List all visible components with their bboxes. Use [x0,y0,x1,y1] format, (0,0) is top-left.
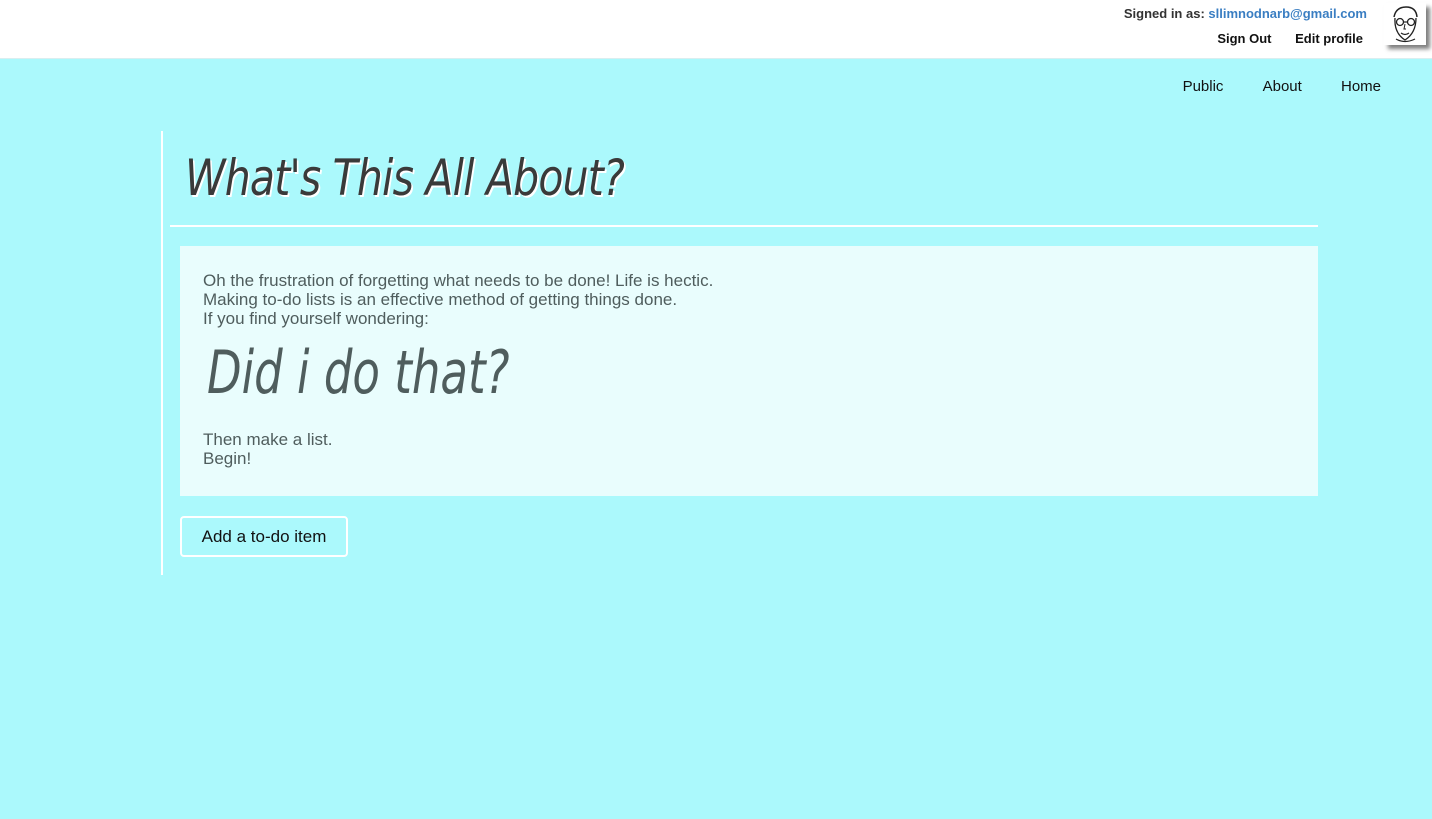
signed-in-label: Signed in as: [1123,6,1205,21]
intro-line: Oh the frustration of forgetting what ne… [203,271,714,290]
closing-line: Begin! [203,449,252,468]
top-header: Signed in as: sllimnodnarb@gmail.com Sig… [0,0,1432,59]
title-divider [170,225,1318,227]
did-i-do-that-heading: Did i do that? [207,338,510,408]
nav-item-about[interactable]: About [1263,78,1302,95]
user-portrait-icon [1384,3,1426,45]
account-links: Sign Out Edit profile [1197,31,1363,46]
avatar[interactable] [1384,3,1426,45]
sign-out-link[interactable]: Sign Out [1217,31,1271,46]
main-content: What's This All About? Oh the frustratio… [161,131,1318,575]
edit-profile-link[interactable]: Edit profile [1295,31,1363,46]
nav-item-home[interactable]: Home [1341,78,1381,95]
intro-line: If you find yourself wondering: [203,309,429,328]
nav-item-public[interactable]: Public [1183,78,1224,95]
page-title: What's This All About? [185,149,625,207]
intro-line: Making to-do lists is an effective metho… [203,290,678,309]
user-email-link[interactable]: sllimnodnarb@gmail.com [1208,6,1367,21]
intro-panel: Oh the frustration of forgetting what ne… [180,246,1318,496]
signed-in-info: Signed in as: sllimnodnarb@gmail.com [1124,6,1367,21]
main-nav: Public About Home [1148,78,1381,95]
closing-line: Then make a list. [203,430,333,449]
add-todo-button[interactable]: Add a to-do item [180,516,348,557]
